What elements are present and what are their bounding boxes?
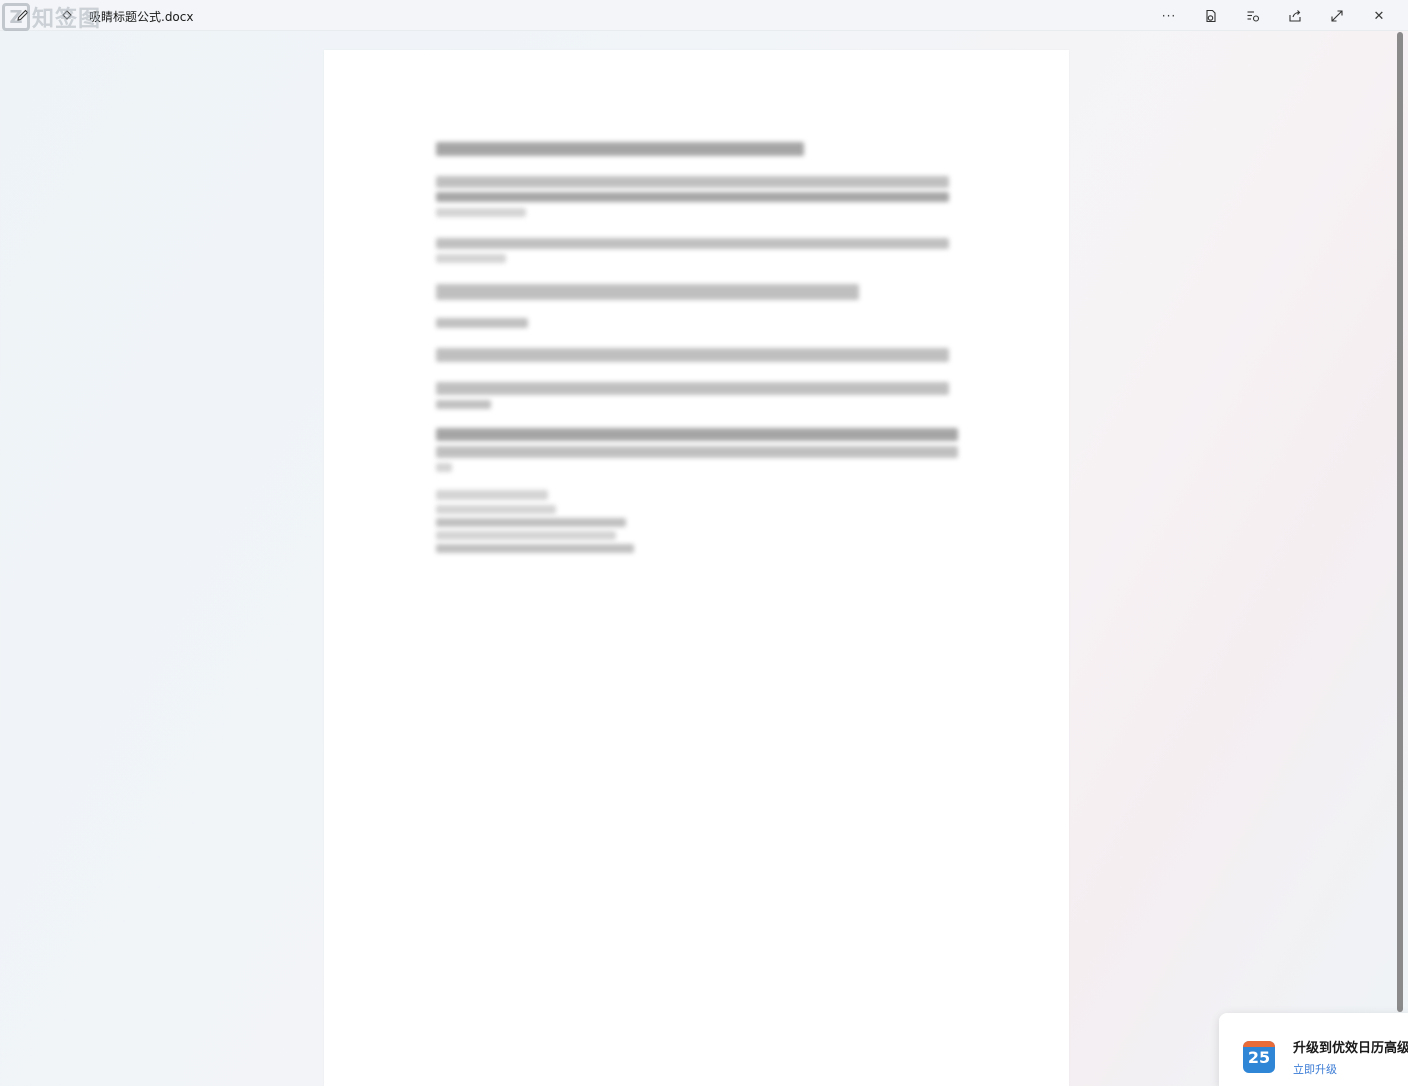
- notification-title: 升级到优效日历高级: [1293, 1041, 1408, 1056]
- title-bar: 吸睛标题公式.docx ··· ✕: [0, 0, 1408, 31]
- document-page[interactable]: [324, 50, 1069, 1086]
- blurred-text-line: [436, 428, 958, 441]
- close-icon: ✕: [1373, 8, 1385, 24]
- blurred-text-line: [436, 518, 626, 527]
- blurred-text-line: [436, 446, 958, 458]
- upgrade-now-link[interactable]: 立即升级: [1293, 1061, 1337, 1077]
- print-preview-icon: [1206, 9, 1216, 23]
- calendar-icon: 25: [1243, 1041, 1275, 1073]
- settings-list-button[interactable]: [1232, 4, 1274, 28]
- titlebar-actions: ··· ✕: [1148, 4, 1400, 28]
- watermark-logo: Z 知签图: [2, 2, 108, 32]
- blurred-text-line: [436, 348, 949, 362]
- blurred-text-line: [436, 544, 634, 553]
- blurred-text-line: [436, 176, 949, 188]
- blurred-text-line: [436, 284, 859, 300]
- share-icon: [1289, 10, 1301, 22]
- blurred-text-line: [436, 531, 616, 540]
- blurred-text-line: [436, 505, 556, 514]
- blurred-text-line: [436, 192, 949, 202]
- calendar-icon-number: 25: [1247, 1048, 1271, 1067]
- watermark-z-icon: Z: [2, 3, 30, 31]
- blurred-text-line: [436, 382, 949, 395]
- blurred-text-line: [436, 490, 548, 500]
- more-options-button[interactable]: ···: [1148, 4, 1190, 28]
- expand-button[interactable]: [1316, 4, 1358, 28]
- blurred-text-line: [436, 208, 526, 217]
- calendar-icon-header: [1243, 1041, 1275, 1047]
- blurred-text-line: [436, 318, 528, 328]
- blurred-text-line: [436, 463, 452, 472]
- upgrade-notification[interactable]: 25 升级到优效日历高级 立即升级: [1219, 1013, 1408, 1086]
- scrollbar-thumb[interactable]: [1397, 32, 1403, 1012]
- blurred-text-line: [436, 238, 949, 249]
- expand-icon: [1331, 10, 1343, 22]
- blurred-text-line: [436, 400, 491, 409]
- close-button[interactable]: ✕: [1358, 4, 1400, 28]
- share-button[interactable]: [1274, 4, 1316, 28]
- watermark-text: 知签图: [32, 7, 102, 32]
- vertical-scrollbar[interactable]: [1395, 32, 1405, 1012]
- settings-list-icon: [1247, 11, 1260, 22]
- blurred-text-line: [436, 254, 506, 263]
- print-preview-button[interactable]: [1190, 4, 1232, 28]
- blurred-heading: [436, 142, 804, 156]
- more-icon: ···: [1161, 9, 1177, 23]
